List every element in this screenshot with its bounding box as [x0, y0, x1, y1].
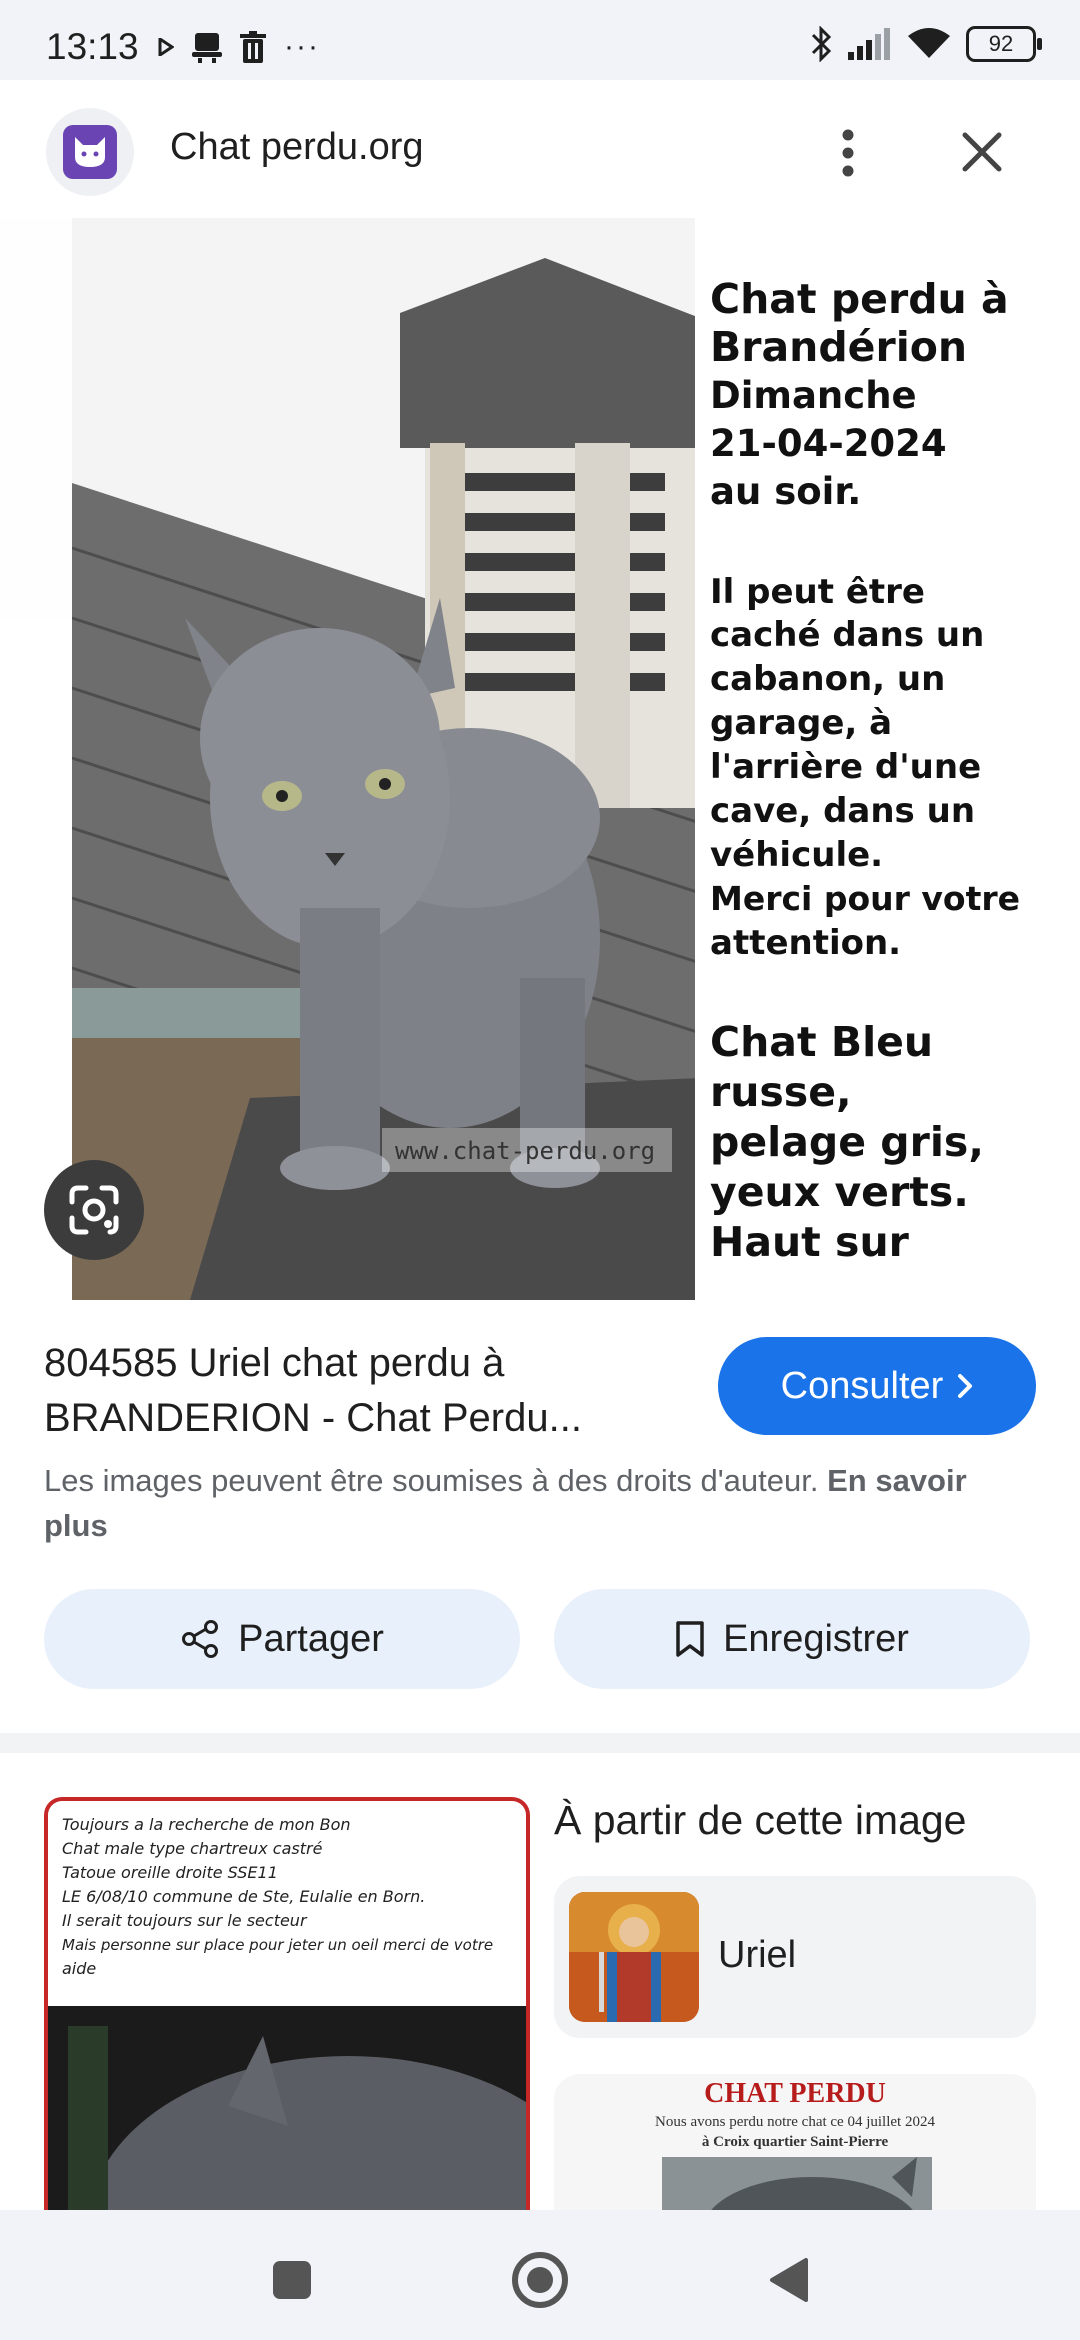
related-handwritten-note: Toujours a la recherche de mon Bon Chat … [62, 1815, 494, 1978]
result-title[interactable]: 804585 Uriel chat perdu à BRANDERION - C… [44, 1336, 664, 1446]
poster-body-line-5: l'arrière d'une [710, 747, 981, 787]
trash-icon [240, 31, 266, 63]
share-icon [182, 1620, 219, 1658]
entity-card-uriel[interactable]: Uriel [554, 1876, 1036, 2038]
status-bar: 13:13 ··· 92 [0, 0, 1080, 80]
poster-body-line-3: cabanon, un [710, 659, 945, 699]
save-button[interactable]: Enregistrer [554, 1589, 1030, 1689]
chevron-right-icon [958, 1374, 973, 1398]
from-this-image-heading: À partir de cette image [554, 1797, 967, 1843]
poster-desc-line-5: Haut sur [710, 1218, 910, 1266]
bluetooth-icon [811, 26, 832, 62]
play-icon [158, 38, 174, 56]
poster-heading-line-3: Dimanche [710, 374, 917, 417]
copyright-text: Les images peuvent être soumises à des d… [44, 1463, 819, 1498]
poster-body-line-6: cave, dans un [710, 791, 975, 831]
copyright-notice: Les images peuvent être soumises à des d… [44, 1458, 1024, 1548]
poster-heading-line-5: au soir. [710, 470, 861, 513]
close-button[interactable] [950, 120, 1014, 184]
poster-desc-line-4: yeux verts. [710, 1168, 969, 1216]
poster-body-line-8: Merci pour votre [710, 879, 1020, 918]
viewer-header: Chat perdu.org [0, 80, 1080, 220]
main-result-image[interactable]: Chat perdu à Brandérion Dimanche 21-04-2… [0, 218, 1080, 1300]
lens-icon [69, 1185, 119, 1235]
poster-heading-line-4: 21-04-2024 [710, 422, 947, 465]
poster-heading-line-2: Brandérion [710, 323, 967, 371]
status-time: 13:13 [46, 26, 139, 67]
system-navigation-bar [0, 2210, 1080, 2340]
close-icon [962, 132, 1002, 172]
bookmark-icon [676, 1621, 704, 1657]
related-poster-photo [662, 2157, 932, 2217]
poster-body-line-2: caché dans un [710, 615, 984, 655]
more-options-button[interactable] [826, 118, 870, 188]
share-label: Partager [238, 1617, 384, 1660]
related-poster-location: à Croix quartier Saint-Pierre [701, 2134, 889, 2150]
poster-body-line-7: véhicule. [710, 835, 883, 875]
more-vert-icon [842, 129, 854, 177]
section-divider [0, 1733, 1080, 1753]
poster-body-line-4: garage, à [710, 703, 892, 743]
battery-level: 92 [988, 31, 1014, 56]
site-favicon[interactable] [46, 108, 134, 196]
poster-heading-line-1: Chat perdu à [710, 275, 1009, 323]
back-triangle-icon [770, 2258, 808, 2302]
related-cat-photo [48, 2006, 526, 2217]
site-title[interactable]: Chat perdu.org [170, 126, 424, 169]
related-poster-subtitle: Nous avons perdu notre chat ce 04 juille… [655, 2114, 935, 2130]
battery-icon: 92 [966, 26, 1042, 62]
related-poster-card[interactable]: CHAT PERDU Nous avons perdu notre chat c… [554, 2074, 1036, 2217]
consult-button[interactable]: Consulter [718, 1337, 1036, 1435]
poster-body-line-9: attention. [710, 923, 901, 963]
square-icon [273, 2261, 311, 2299]
more-dots-icon: ··· [284, 30, 320, 63]
poster-watermark: www.chat-perdu.org [395, 1137, 655, 1165]
cat-logo-icon [63, 125, 117, 179]
notification-icon [192, 33, 222, 63]
google-lens-button[interactable] [44, 1160, 144, 1260]
home-button[interactable] [500, 2240, 580, 2320]
recent-apps-button[interactable] [252, 2240, 332, 2320]
poster-desc-line-2: russe, [710, 1068, 852, 1116]
consult-button-label: Consulter [780, 1364, 944, 1407]
poster-desc-line-3: pelage gris, [710, 1118, 984, 1166]
related-poster-title: CHAT PERDU [704, 2078, 886, 2109]
home-circle-icon [512, 2252, 568, 2308]
uriel-thumbnail [569, 1892, 699, 2022]
wifi-icon [908, 28, 950, 58]
poster-body-line-1: Il peut être [710, 572, 925, 612]
related-image-card[interactable]: Toujours a la recherche de mon Bon Chat … [44, 1797, 530, 2217]
entity-label-uriel: Uriel [718, 1934, 797, 1976]
poster-desc-line-1: Chat Bleu [710, 1018, 933, 1066]
share-button[interactable]: Partager [44, 1589, 520, 1689]
save-label: Enregistrer [723, 1617, 909, 1660]
signal-icon [848, 28, 890, 60]
back-button[interactable] [748, 2240, 828, 2320]
